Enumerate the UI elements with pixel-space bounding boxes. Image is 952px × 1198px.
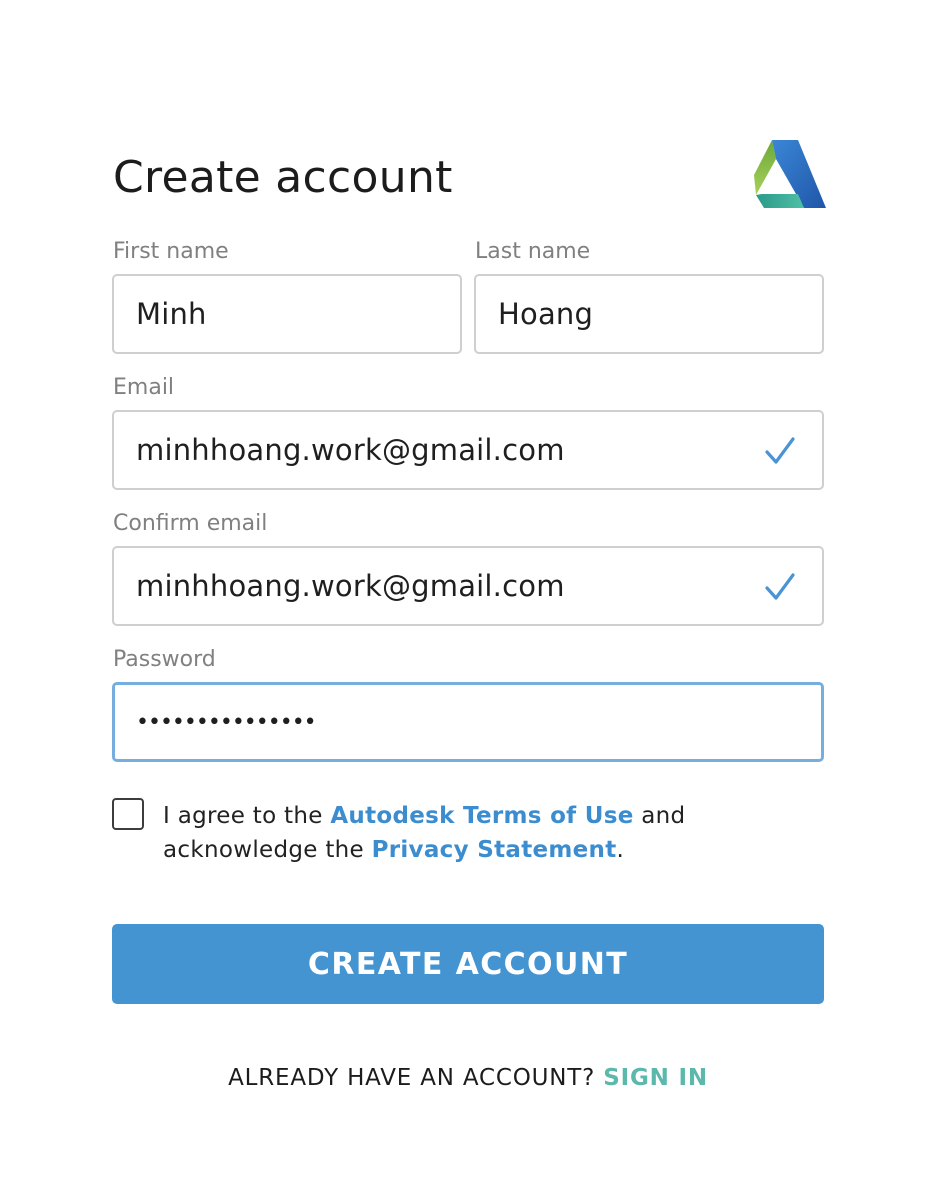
- email-field[interactable]: minhhoang.work@gmail.com: [112, 410, 824, 490]
- terms-text: I agree to the Autodesk Terms of Use and…: [163, 799, 813, 867]
- last-name-value: Hoang: [498, 297, 594, 331]
- check-icon: [765, 437, 795, 464]
- signin-prompt: ALREADY HAVE AN ACCOUNT? SIGN IN: [0, 1062, 936, 1094]
- create-account-button[interactable]: CREATE ACCOUNT: [112, 924, 824, 1004]
- signin-prompt-text: ALREADY HAVE AN ACCOUNT?: [228, 1065, 604, 1091]
- terms-suffix: .: [616, 837, 625, 863]
- confirm-email-label: Confirm email: [113, 511, 268, 536]
- page-title: Create account: [113, 152, 453, 203]
- email-label: Email: [113, 375, 175, 400]
- password-field[interactable]: •••••••••••••••: [112, 682, 824, 762]
- first-name-field[interactable]: Minh: [112, 274, 462, 354]
- sign-in-link[interactable]: SIGN IN: [603, 1065, 708, 1091]
- last-name-field[interactable]: Hoang: [474, 274, 824, 354]
- email-value: minhhoang.work@gmail.com: [136, 433, 565, 467]
- privacy-statement-link[interactable]: Privacy Statement: [372, 837, 617, 863]
- agree-terms-checkbox[interactable]: [112, 798, 144, 830]
- check-icon: [765, 573, 795, 600]
- first-name-value: Minh: [136, 297, 207, 331]
- autodesk-logo-icon: [754, 140, 826, 208]
- first-name-label: First name: [113, 239, 229, 264]
- last-name-label: Last name: [475, 239, 591, 264]
- terms-of-use-link[interactable]: Autodesk Terms of Use: [330, 803, 633, 829]
- confirm-email-field[interactable]: minhhoang.work@gmail.com: [112, 546, 824, 626]
- password-masked-value: •••••••••••••••: [136, 709, 317, 735]
- password-label: Password: [113, 647, 216, 672]
- terms-prefix: I agree to the: [163, 803, 331, 829]
- confirm-email-value: minhhoang.work@gmail.com: [136, 569, 565, 603]
- create-account-page: Create account First name Minh Last name…: [0, 0, 952, 1198]
